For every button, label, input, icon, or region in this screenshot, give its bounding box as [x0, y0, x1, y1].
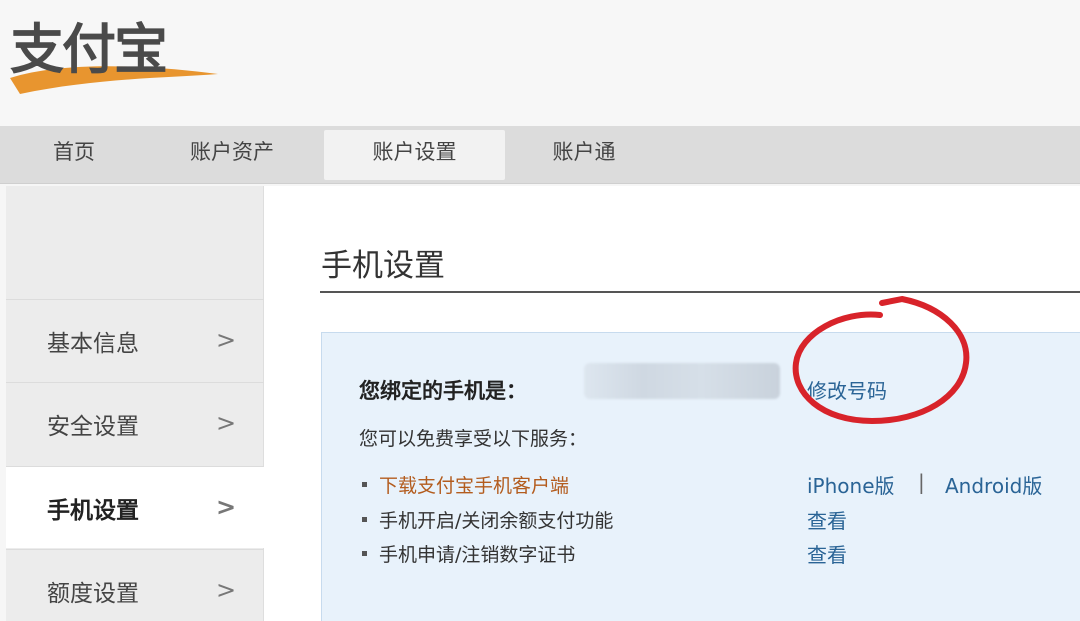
chevron-right-icon: > — [216, 493, 237, 521]
highlight-circle-annotation — [792, 295, 970, 425]
service-item-balance-payment: 手机开启/关闭余额支付功能 — [362, 506, 613, 533]
nav-item-account-settings[interactable]: 账户设置 — [324, 130, 505, 180]
sidebar-item-label: 手机设置 — [47, 498, 139, 524]
sidebar-item-limit-settings[interactable]: 额度设置 > — [6, 549, 264, 621]
nav-item-account-link[interactable]: 账户通 — [550, 126, 618, 184]
service-item-download-client[interactable]: 下载支付宝手机客户端 — [362, 471, 569, 498]
chevron-right-icon: > — [216, 326, 237, 354]
bullet-icon — [362, 482, 367, 487]
view-balance-payment-link[interactable]: 查看 — [807, 505, 847, 534]
redacted-phone-number — [584, 363, 780, 399]
bullet-icon — [362, 517, 367, 522]
service-item-digital-certificate: 手机申请/注销数字证书 — [362, 540, 575, 567]
sidebar-item-security[interactable]: 安全设置 > — [6, 382, 264, 464]
nav-item-account-assets[interactable]: 账户资产 — [186, 126, 278, 184]
link-separator: | — [918, 470, 925, 494]
sidebar-item-label: 基本信息 — [47, 331, 139, 357]
sidebar-item-phone-settings[interactable]: 手机设置 > — [6, 466, 264, 548]
iphone-version-link[interactable]: iPhone版 — [807, 470, 895, 499]
chevron-right-icon: > — [216, 576, 237, 604]
top-nav: 首页 账户资产 账户设置 账户通 — [0, 126, 1080, 184]
site-header: 支付宝 — [0, 0, 1080, 126]
service-text: 下载支付宝手机客户端 — [379, 475, 570, 497]
android-version-link[interactable]: Android版 — [945, 470, 1042, 499]
service-text: 手机申请/注销数字证书 — [379, 544, 576, 566]
main-content: 手机设置 您绑定的手机是： 修改号码 您可以免费享受以下服务： 下载支付宝手机客… — [264, 186, 1080, 621]
sidebar-item-label: 安全设置 — [47, 414, 139, 440]
bound-phone-label: 您绑定的手机是： — [359, 379, 527, 403]
sidebar-item-basic-info[interactable]: 基本信息 > — [6, 299, 264, 381]
chevron-right-icon: > — [216, 409, 237, 437]
phone-info-panel: 您绑定的手机是： 修改号码 您可以免费享受以下服务： 下载支付宝手机客户端 iP… — [321, 295, 1080, 621]
service-text: 手机开启/关闭余额支付功能 — [379, 510, 614, 532]
logo-text: 支付宝 — [10, 18, 168, 81]
page-title: 手机设置 — [321, 248, 445, 284]
view-digital-certificate-link[interactable]: 查看 — [807, 539, 847, 568]
bullet-icon — [362, 551, 367, 556]
sidebar-item-label: 额度设置 — [47, 581, 139, 607]
sidebar: 基本信息 > 安全设置 > 手机设置 > 额度设置 > — [6, 186, 264, 621]
nav-item-home[interactable]: 首页 — [52, 126, 96, 184]
services-intro: 您可以免费享受以下服务： — [359, 428, 588, 450]
alipay-logo[interactable]: 支付宝 — [6, 16, 221, 96]
